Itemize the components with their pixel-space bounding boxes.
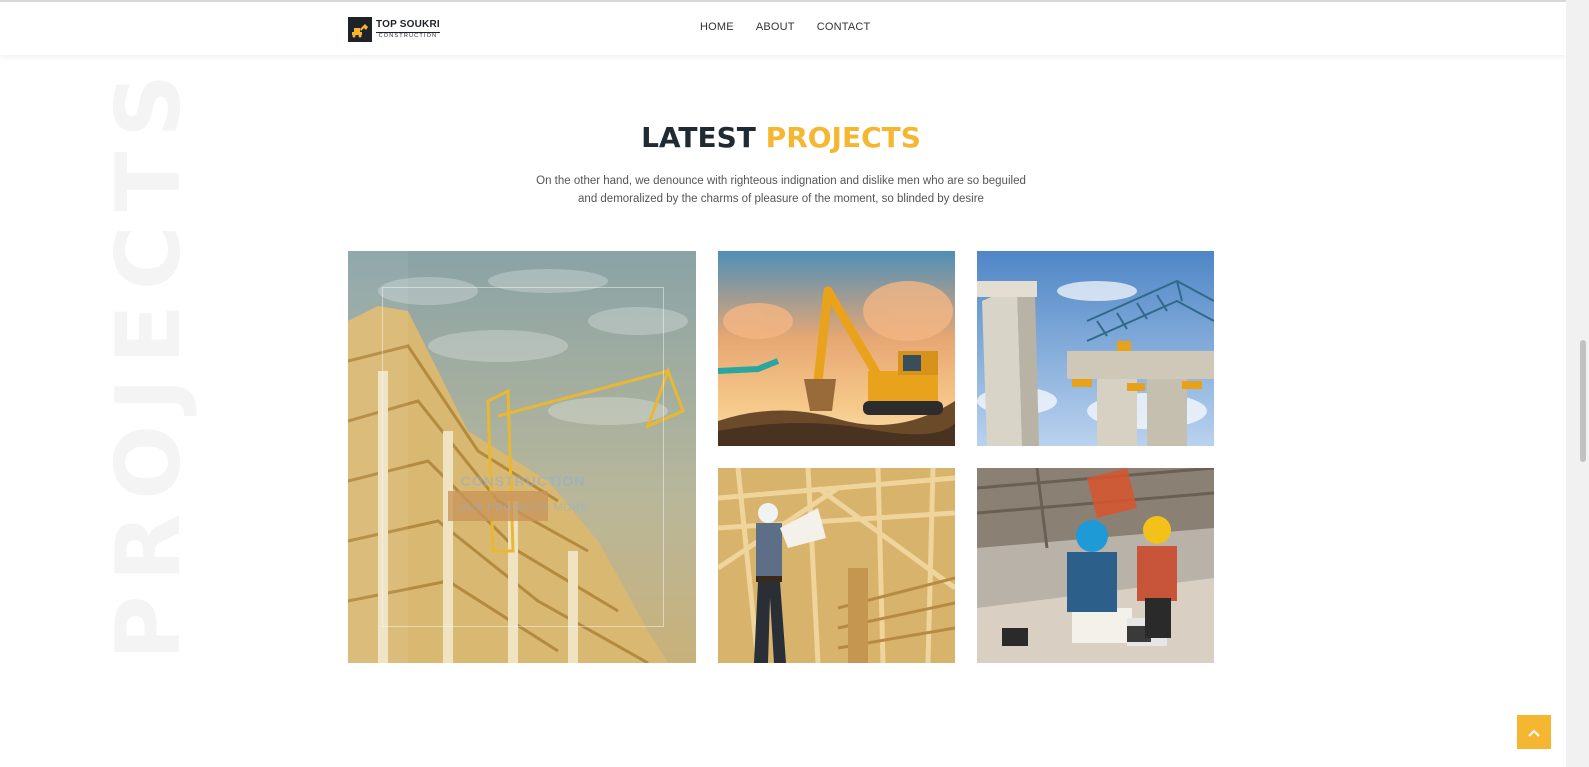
excavator-image — [718, 251, 955, 446]
section-description: On the other hand, we denounce with righ… — [536, 175, 1026, 205]
project-card-bridge[interactable] — [977, 251, 1214, 446]
nav-about[interactable]: ABOUT — [756, 21, 795, 33]
title-accent: PROJECTS — [765, 121, 921, 154]
brand-logo[interactable]: TOP SOUKRI CONSTRUCTION — [348, 17, 440, 42]
section-title: LATEST PROJECTS — [0, 121, 1562, 154]
brand-tagline: CONSTRUCTION — [376, 31, 440, 40]
project-card-featured[interactable]: CONSTRUCTION OUR PROJECTS MORE — [348, 251, 696, 663]
scroll-to-top-button[interactable] — [1517, 715, 1551, 749]
navbar: TOP SOUKRI CONSTRUCTION HOME ABOUT CONTA… — [0, 2, 1566, 55]
project-featured-subtitle: OUR PROJECTS MORE — [457, 502, 589, 514]
wood-framing-image — [718, 468, 955, 663]
project-featured-title: CONSTRUCTION — [460, 473, 586, 489]
chevron-up-icon — [1528, 725, 1540, 740]
excavator-icon — [348, 17, 372, 42]
scrollbar-thumb[interactable] — [1580, 340, 1586, 462]
project-card-engineers[interactable] — [977, 468, 1214, 663]
project-card-framing[interactable] — [718, 468, 955, 663]
title-main: LATEST — [641, 121, 756, 154]
project-card-excavator[interactable] — [718, 251, 955, 446]
main-nav: HOME ABOUT CONTACT — [700, 21, 870, 33]
nav-home[interactable]: HOME — [700, 21, 734, 33]
project-overlay-frame: CONSTRUCTION OUR PROJECTS MORE — [382, 287, 664, 627]
bridge-construction-image — [977, 251, 1214, 446]
engineers-image — [977, 468, 1214, 663]
brand-name: TOP SOUKRI — [376, 18, 440, 30]
nav-contact[interactable]: CONTACT — [817, 21, 871, 33]
